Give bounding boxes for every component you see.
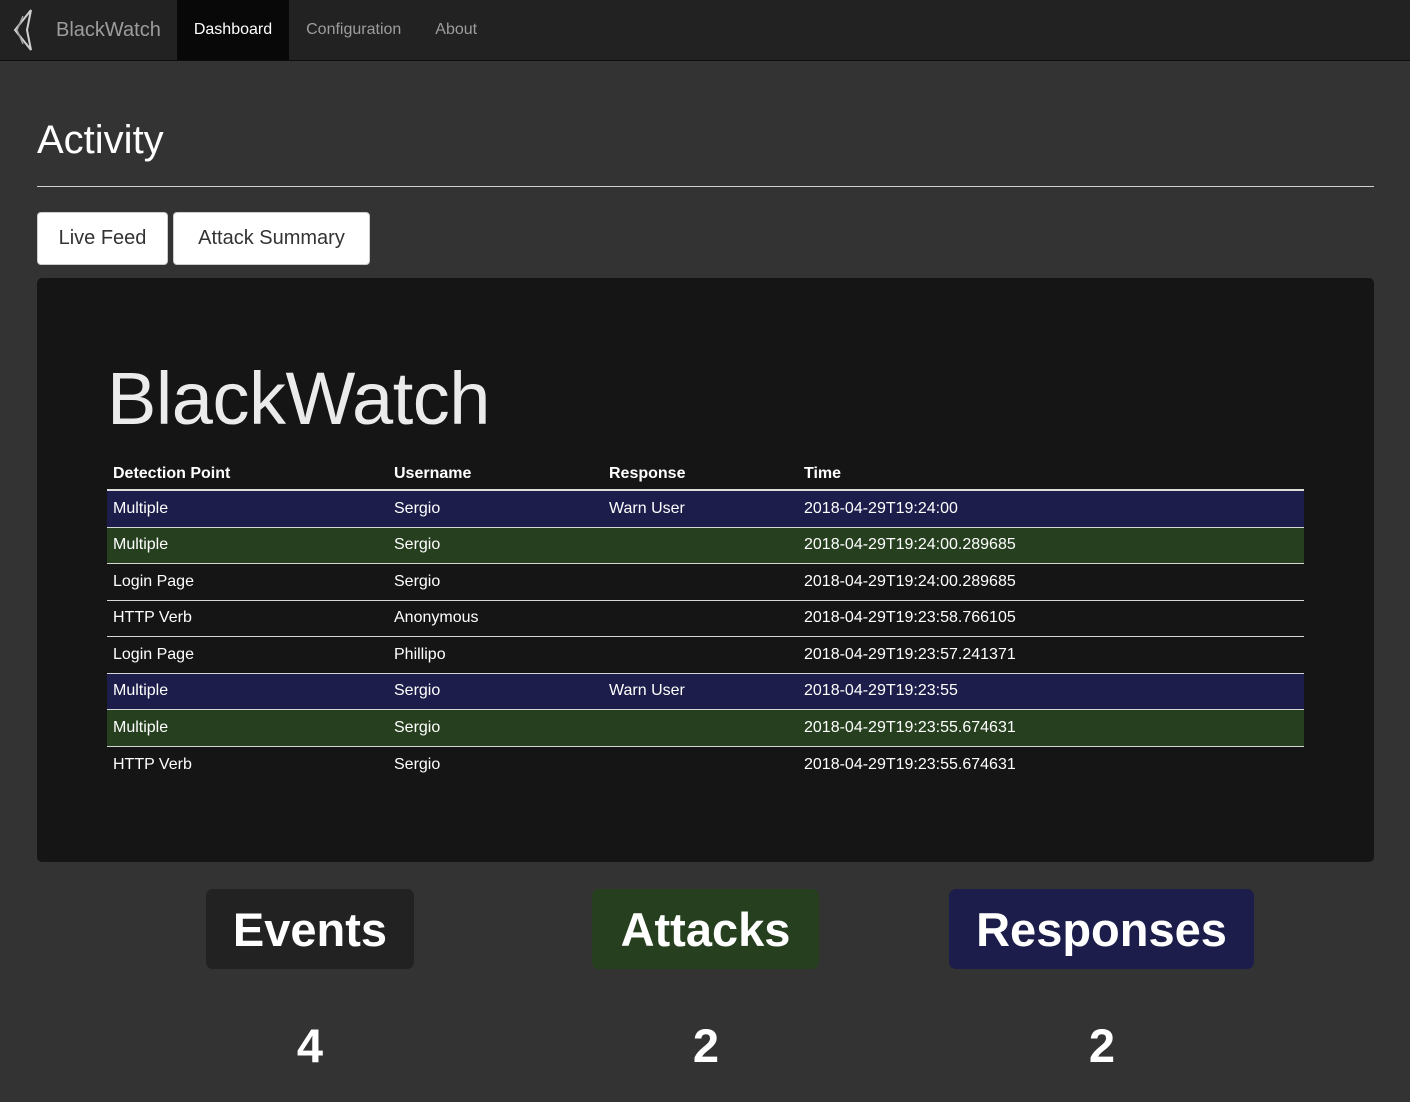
- table-row: Multiple Sergio 2018-04-29T19:24:00.289685: [107, 527, 1304, 564]
- nav-item-dashboard[interactable]: Dashboard: [176, 0, 290, 60]
- cell-username: Sergio: [394, 718, 441, 736]
- cell-detection-point: Multiple: [113, 718, 169, 736]
- cell-detection-point: Login Page: [113, 572, 194, 590]
- cell-detection-point: Multiple: [113, 499, 169, 517]
- column-header-time: Time: [804, 464, 842, 482]
- column-header-username: Username: [394, 464, 472, 482]
- table-row: Multiple Sergio Warn User 2018-04-29T19:24:…: [107, 491, 1304, 528]
- attacks-count: 2: [692, 1019, 720, 1072]
- cell-detection-point: Multiple: [113, 682, 169, 700]
- table-row: HTTP Verb Anonymous 2018-04-29T19:23:58.76…: [107, 601, 1304, 637]
- cell-time: 2018-04-29T19:23:55.674631: [804, 718, 1016, 736]
- nav-item-configuration[interactable]: Configuration: [289, 0, 418, 60]
- column-header-detection-point: Detection Point: [113, 464, 231, 482]
- cell-username: Anonymous: [394, 609, 479, 627]
- cell-username: Phillipo: [394, 645, 446, 663]
- page-title: Activity: [37, 118, 164, 162]
- cell-time: 2018-04-29T19:23:57.241371: [804, 645, 1016, 663]
- cell-detection-point: Multiple: [113, 536, 169, 554]
- brand-name[interactable]: BlackWatch: [42, 0, 177, 60]
- attacks-badge: Attacks: [592, 889, 819, 969]
- responses-count: 2: [1088, 1019, 1116, 1072]
- table-header: Detection Point Username Response Time: [107, 458, 1304, 491]
- events-count: 4: [296, 1019, 324, 1072]
- cell-detection-point: Login Page: [113, 645, 194, 663]
- events-badge: Events: [206, 889, 414, 969]
- navbar: BlackWatch Dashboard Configuration About: [0, 0, 1410, 61]
- title-divider: [37, 186, 1374, 187]
- cell-username: Sergio: [394, 499, 441, 517]
- table-body: Multiple Sergio Warn User 2018-04-29T19:24:…: [107, 491, 1304, 783]
- cell-username: Sergio: [394, 682, 441, 700]
- nav-item-about[interactable]: About: [418, 0, 494, 60]
- cell-time: 2018-04-29T19:23:55.674631: [804, 755, 1016, 773]
- cell-username: Sergio: [394, 536, 441, 554]
- responses-badge: Responses: [949, 889, 1254, 969]
- activity-table: Detection Point Username Response Time M…: [107, 458, 1304, 783]
- blackwatch-logo-icon[interactable]: [0, 0, 42, 60]
- cell-time: 2018-04-29T19:24:00.289685: [804, 572, 1016, 590]
- cell-time: 2018-04-29T19:24:00: [804, 499, 958, 517]
- cell-response: Warn User: [609, 499, 685, 517]
- attack-summary-button[interactable]: Attack Summary: [173, 212, 370, 265]
- table-row: Multiple Sergio 2018-04-29T19:23:55.674631: [107, 710, 1304, 747]
- activity-panel: BlackWatch Detection Point Username Resp…: [37, 278, 1374, 862]
- live-feed-button[interactable]: Live Feed: [37, 212, 168, 265]
- table-row: Login Page Phillipo 2018-04-29T19:23:57.24…: [107, 637, 1304, 674]
- table-row: Multiple Sergio Warn User 2018-04-29T19:23:…: [107, 673, 1304, 710]
- cell-time: 2018-04-29T19:23:58.766105: [804, 609, 1016, 627]
- cell-response: Warn User: [609, 682, 685, 700]
- table-row: HTTP Verb Sergio 2018-04-29T19:23:55.67463…: [107, 747, 1304, 784]
- column-header-response: Response: [609, 464, 686, 482]
- table-row: Login Page Sergio 2018-04-29T19:24:00.2896…: [107, 564, 1304, 601]
- cell-detection-point: HTTP Verb: [113, 609, 192, 627]
- cell-detection-point: HTTP Verb: [113, 755, 192, 773]
- panel-title: BlackWatch: [107, 357, 490, 440]
- cell-time: 2018-04-29T19:24:00.289685: [804, 536, 1016, 554]
- cell-time: 2018-04-29T19:23:55: [804, 682, 958, 700]
- cell-username: Sergio: [394, 572, 441, 590]
- cell-username: Sergio: [394, 755, 441, 773]
